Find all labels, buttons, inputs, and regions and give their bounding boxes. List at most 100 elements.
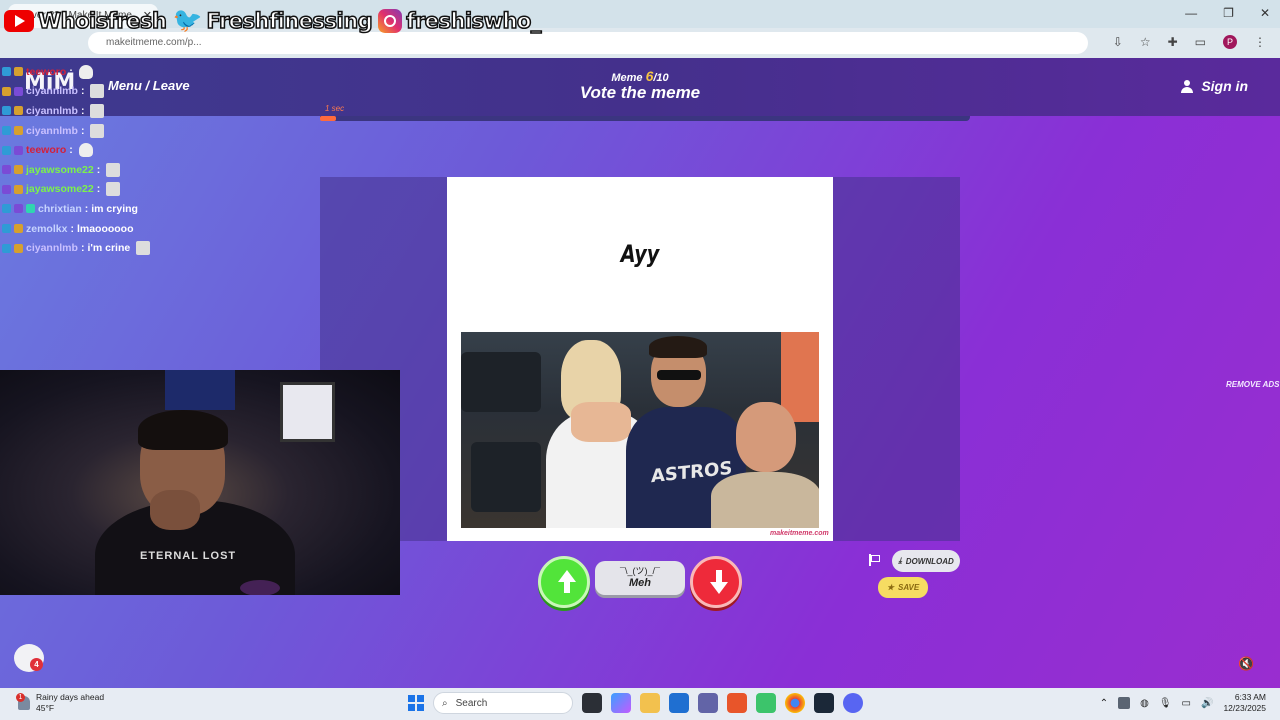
- store-icon[interactable]: [669, 693, 689, 713]
- youtube-handle: Whoisfresh: [4, 8, 168, 34]
- chat-message: zemolkx : lmaoooooo: [2, 219, 262, 239]
- streamer-hair: [138, 410, 228, 450]
- microphone-icon[interactable]: 🎙: [1159, 698, 1172, 709]
- save-button[interactable]: ★ SAVE: [878, 577, 928, 598]
- bookmark-star-icon[interactable]: ☆: [1140, 35, 1151, 49]
- chat-badge-icon: [26, 204, 35, 214]
- instagram-icon: [378, 9, 403, 33]
- weather-text: Rainy days ahead 45°F: [36, 692, 104, 714]
- chrome-icon[interactable]: [785, 693, 805, 713]
- meh-button[interactable]: ¯\_(ツ)_/¯ Meh: [595, 561, 685, 595]
- windows-start-icon[interactable]: [408, 695, 424, 711]
- wall-frame: [280, 382, 335, 442]
- tray-chevron-icon[interactable]: ⌃: [1100, 698, 1108, 709]
- chat-badge-icon: [14, 184, 23, 194]
- chat-username: zemolkx: [26, 222, 68, 235]
- youtube-icon: [4, 10, 34, 32]
- meme-watermark: makeitmeme.com: [770, 530, 829, 537]
- extensions-icon[interactable]: ✚: [1168, 35, 1178, 49]
- close-window-button[interactable]: ✕: [1260, 6, 1270, 20]
- spectator-old-man-shirt: [711, 472, 819, 528]
- chat-badge-icon: [14, 145, 23, 155]
- chat-bubble-count: 4: [30, 658, 43, 671]
- download-icon: ⤓: [898, 556, 902, 565]
- chat-separator: :: [96, 183, 101, 196]
- chat-message: ciyannlmb :: [2, 121, 262, 141]
- chat-separator: :: [80, 242, 85, 255]
- face-emote-icon: [106, 162, 121, 177]
- chat-message: jayawsome22 :: [2, 160, 262, 180]
- copilot-icon[interactable]: [611, 693, 631, 713]
- chat-message: teeworo :: [2, 140, 262, 160]
- install-app-icon[interactable]: ⇩: [1113, 35, 1123, 49]
- browser-menu-icon[interactable]: ⋮: [1254, 35, 1266, 49]
- url-text: makeitmeme.com/p...: [106, 37, 202, 48]
- brave-icon[interactable]: [727, 693, 747, 713]
- stage-title: Vote the meme: [579, 83, 701, 102]
- shrug-emoticon: ¯\_(ツ)_/¯: [620, 566, 660, 576]
- address-bar[interactable]: makeitmeme.com/p...: [88, 32, 1088, 54]
- network-icon[interactable]: ◍: [1140, 698, 1149, 709]
- maximize-button[interactable]: ❐: [1223, 6, 1234, 20]
- webcam-feed: ETERNAL LOST: [0, 370, 400, 595]
- window-controls: — ❐ ✕: [1185, 6, 1270, 20]
- spectator-red-shirt: [781, 332, 819, 422]
- sign-in-button[interactable]: Sign in: [1181, 78, 1248, 94]
- profile-avatar[interactable]: P: [1223, 35, 1237, 49]
- steam-icon[interactable]: [814, 693, 834, 713]
- face-emote-icon: [136, 241, 151, 256]
- display-icon[interactable]: ▭: [1182, 698, 1191, 709]
- twitter-handle: 🐦 Freshfinessing: [172, 7, 373, 34]
- minimize-button[interactable]: —: [1185, 6, 1197, 20]
- chat-message: ciyannlmb :: [2, 101, 262, 121]
- teams-icon[interactable]: [698, 693, 718, 713]
- download-button[interactable]: ⤓ DOWNLOAD: [892, 550, 960, 572]
- chat-username: ciyannlmb: [26, 85, 78, 98]
- file-explorer-icon[interactable]: [640, 693, 660, 713]
- weather-alert-badge: 1: [16, 693, 25, 702]
- chat-separator: :: [69, 144, 73, 157]
- mute-speaker-icon[interactable]: 🔇: [1238, 656, 1254, 671]
- gamebar-icon[interactable]: [756, 693, 776, 713]
- chat-badge-icon: [2, 204, 11, 214]
- chat-text: im crying: [91, 202, 138, 215]
- chat-separator: :: [69, 65, 73, 78]
- sunglasses: [657, 370, 701, 380]
- hoodie-print: ETERNAL LOST: [140, 550, 237, 562]
- side-panel-icon[interactable]: ▭: [1195, 35, 1206, 49]
- taskbar-clock[interactable]: 6:33 AM 12/23/2025: [1223, 692, 1266, 714]
- volume-icon[interactable]: 🔊: [1201, 698, 1213, 709]
- chat-message: jayawsome22 :: [2, 180, 262, 200]
- meme-image: ASTROS: [461, 332, 819, 528]
- discord-icon[interactable]: [843, 693, 863, 713]
- chat-badge-icon: [2, 126, 11, 136]
- tray-app-icon[interactable]: [1118, 697, 1131, 709]
- weather-temp: 45°F: [36, 703, 55, 713]
- taskbar-search[interactable]: ⌕ Search: [433, 692, 573, 714]
- clock-time: 6:33 AM: [1234, 692, 1266, 702]
- clock-date: 12/23/2025: [1223, 703, 1266, 713]
- face-emote-icon: [90, 84, 105, 99]
- chat-separator: :: [84, 202, 89, 215]
- chat-username: jayawsome22: [26, 183, 94, 196]
- weather-widget[interactable]: 1 Rainy days ahead 45°F: [16, 692, 104, 714]
- remove-ads-link[interactable]: REMOVE ADS: [1226, 380, 1280, 389]
- save-label: SAVE: [897, 583, 920, 592]
- chat-badge-icon: [14, 165, 23, 175]
- task-view-icon[interactable]: [582, 693, 602, 713]
- round-counter: Meme 6/10: [560, 68, 720, 84]
- upvote-button[interactable]: [538, 556, 590, 608]
- stadium-seat: [471, 442, 541, 512]
- report-flag-icon[interactable]: [869, 554, 880, 566]
- chat-message: ciyannlmb :: [2, 82, 262, 102]
- user-icon: [1181, 79, 1194, 93]
- timer-bar: [320, 116, 970, 121]
- chat-badge-icon: [2, 86, 11, 96]
- chat-separator: :: [80, 104, 85, 117]
- weather-icon: 1: [16, 693, 30, 710]
- face-emote-icon: [106, 182, 121, 197]
- system-tray: ⌃ ◍ 🎙 ▭ 🔊 6:33 AM 12/23/2025: [1100, 692, 1266, 714]
- stadium-seat: [461, 352, 541, 412]
- chat-badge-icon: [2, 184, 11, 194]
- downvote-button[interactable]: [690, 556, 742, 608]
